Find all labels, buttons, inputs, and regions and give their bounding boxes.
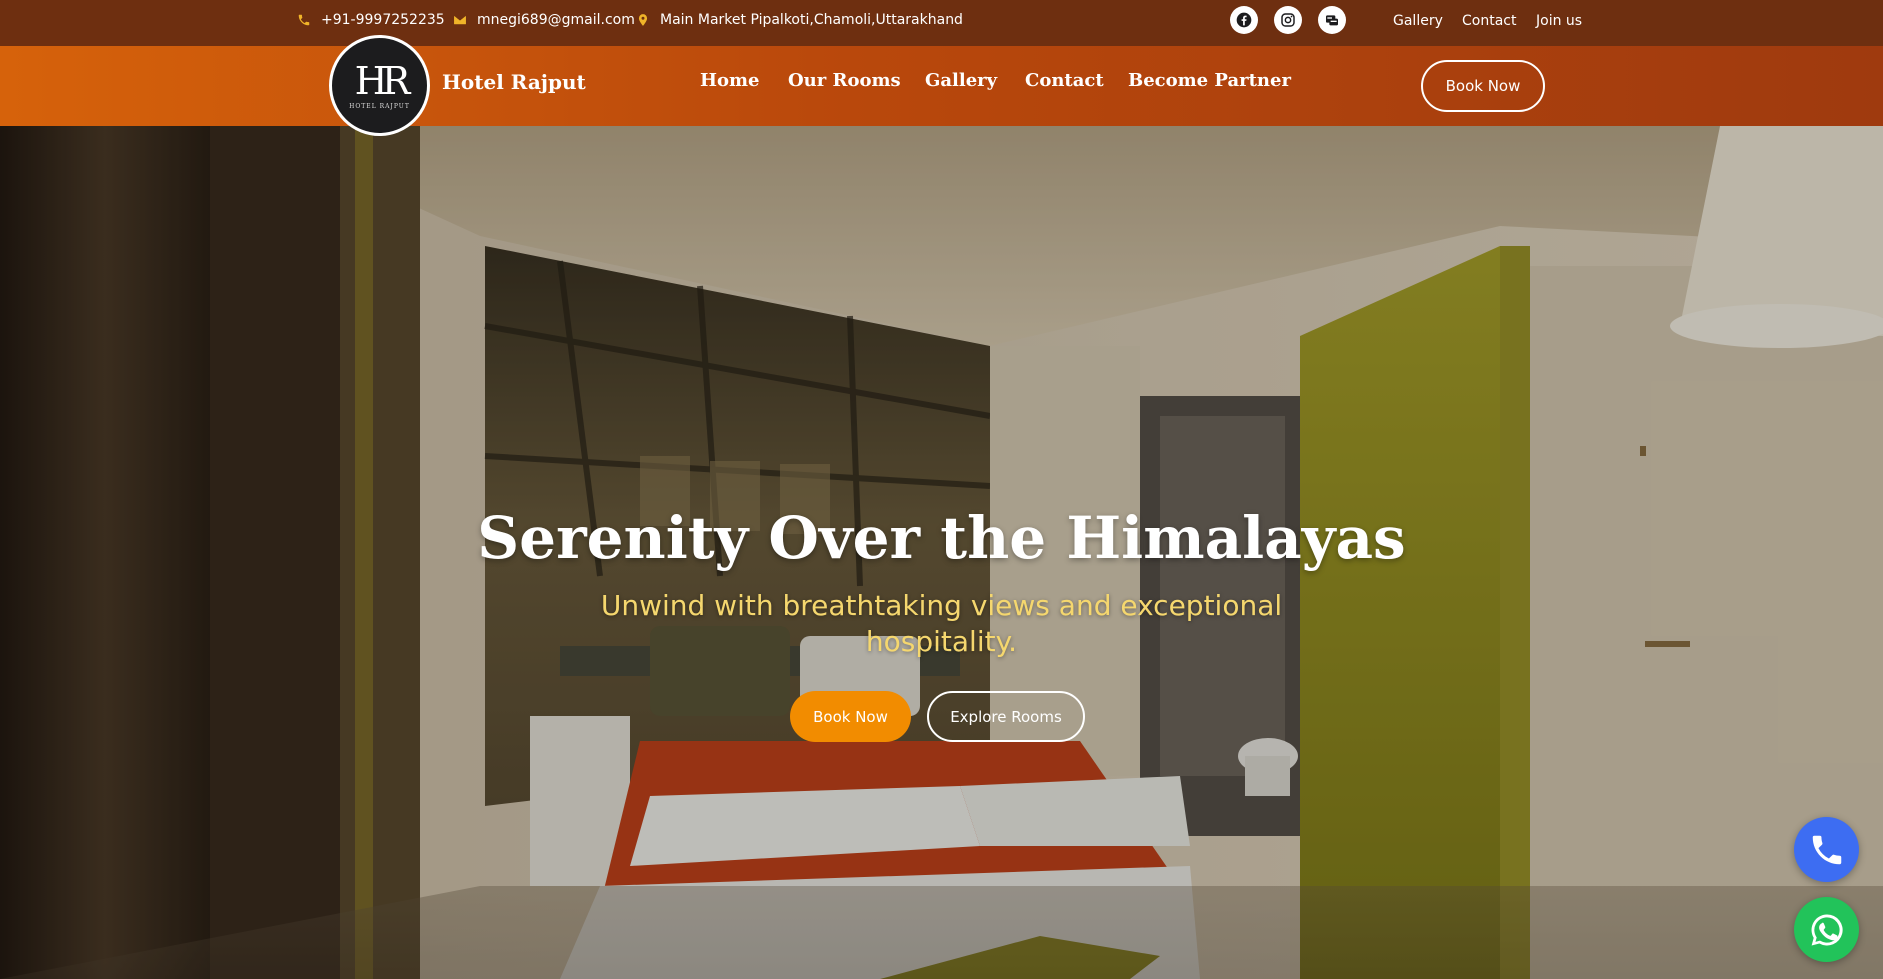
contact-email[interactable]: mnegi689@gmail.com — [453, 0, 635, 40]
hero-title: Serenity Over the Himalayas — [477, 504, 1406, 572]
top-info-bar: +91-9997252235 mnegi689@gmail.com Main M… — [0, 0, 1883, 46]
contact-phone[interactable]: +91-9997252235 — [297, 0, 445, 40]
map-pin-icon — [638, 14, 648, 26]
topbar-link-gallery[interactable]: Gallery — [1393, 0, 1443, 42]
phone-text: +91-9997252235 — [321, 12, 445, 28]
nav-contact[interactable]: Contact — [1025, 70, 1104, 91]
brand-name[interactable]: Hotel Rajput — [442, 70, 586, 94]
phone-icon — [298, 14, 310, 26]
booking-icon — [1326, 15, 1338, 26]
logo-monogram: HR — [354, 58, 411, 103]
hero-book-now-button[interactable]: Book Now — [790, 691, 911, 742]
envelope-icon — [454, 15, 466, 25]
address-text: Main Market Pipalkoti,Chamoli,Uttarakhan… — [660, 12, 963, 28]
social-links — [1230, 6, 1346, 34]
email-text: mnegi689@gmail.com — [477, 12, 635, 28]
booking-link[interactable] — [1318, 6, 1346, 34]
logo-caption: HOTEL RAJPUT — [349, 102, 410, 110]
nav-become-partner[interactable]: Become Partner — [1128, 70, 1291, 91]
facebook-icon — [1236, 12, 1252, 28]
topbar-link-join[interactable]: Join us — [1536, 0, 1582, 42]
nav-our-rooms[interactable]: Our Rooms — [788, 70, 901, 91]
nav-gallery[interactable]: Gallery — [925, 70, 997, 91]
whatsapp-button[interactable] — [1794, 897, 1859, 962]
instagram-link[interactable] — [1274, 6, 1302, 34]
call-button[interactable] — [1794, 817, 1859, 882]
nav-home[interactable]: Home — [700, 70, 760, 91]
whatsapp-icon — [1811, 913, 1843, 946]
hotel-logo[interactable]: HR HOTEL RAJPUT — [329, 35, 430, 136]
topbar-link-contact[interactable]: Contact — [1462, 0, 1516, 42]
phone-icon — [1812, 835, 1841, 864]
contact-address: Main Market Pipalkoti,Chamoli,Uttarakhan… — [636, 0, 963, 40]
nav-book-now-button[interactable]: Book Now — [1421, 60, 1545, 112]
instagram-icon — [1281, 13, 1295, 27]
hero-explore-rooms-button[interactable]: Explore Rooms — [927, 691, 1085, 742]
hero-subtitle: Unwind with breathtaking views and excep… — [600, 589, 1283, 658]
facebook-link[interactable] — [1230, 6, 1258, 34]
